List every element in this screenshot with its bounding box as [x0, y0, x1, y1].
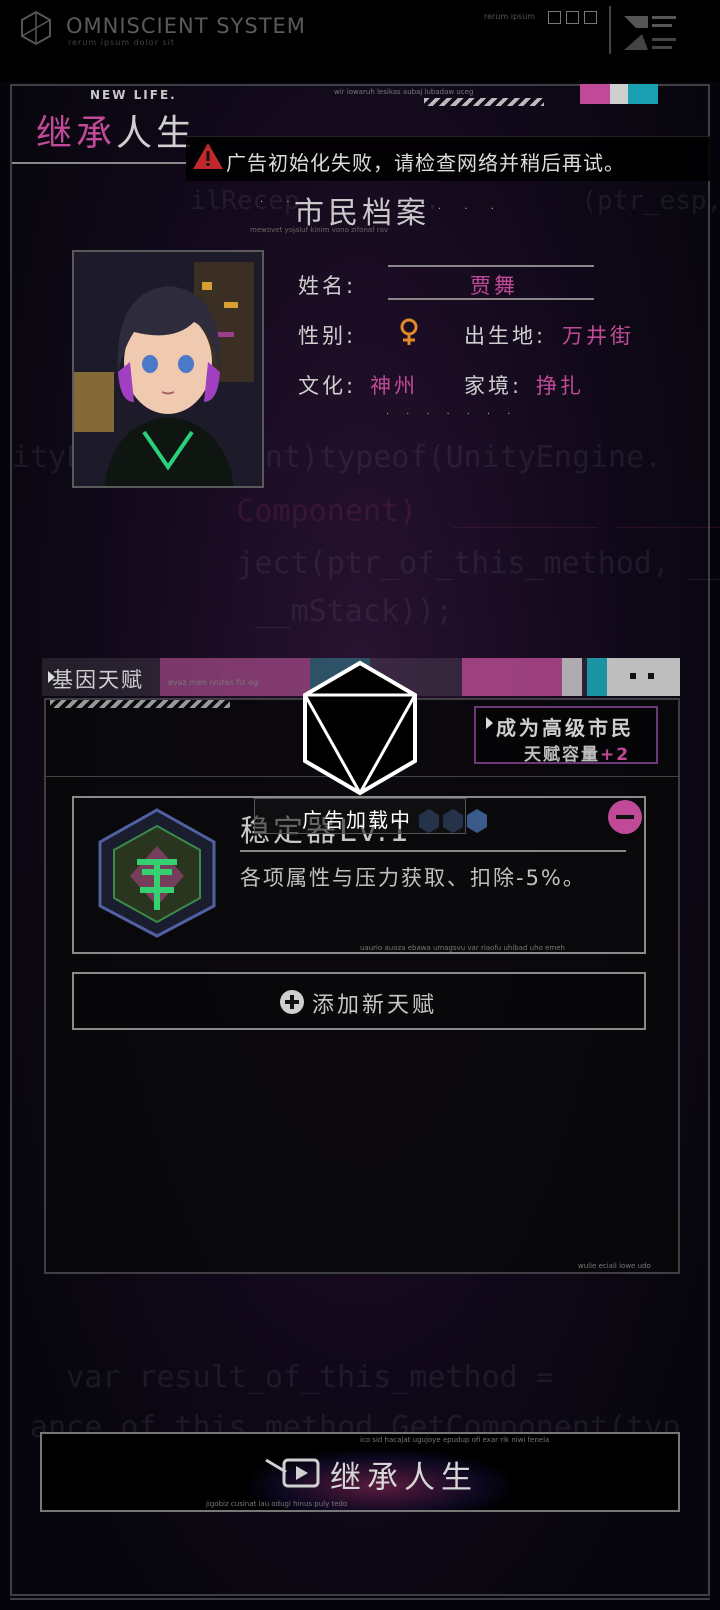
- video-ad-icon: [265, 1458, 320, 1488]
- ad-error-message: 广告初始化失败，请检查网络并稍后再试。: [226, 151, 625, 175]
- loading-hexagon-icon: [303, 660, 417, 796]
- system-logo-icon: [21, 10, 51, 46]
- header-stripe: [424, 98, 544, 106]
- panel-bottom-border: [10, 1598, 710, 1600]
- citizen-file-subtitle: mewovet yojaluf kinim vono zifonaf rav: [250, 226, 389, 234]
- birthplace-value: 万井街: [562, 324, 634, 348]
- gene-tiny-text: evaz men ivutas fiz eg: [168, 678, 259, 687]
- talent-capacity-bonus: +2: [600, 745, 631, 765]
- top-right-decoration: [609, 6, 676, 54]
- header-underline: [12, 162, 186, 164]
- inherit-tiny-text-top: ico sid hacajat ugujoye epudup ofi exar …: [360, 1436, 550, 1444]
- system-title: OMNISCIENT SYSTEM: [66, 14, 306, 38]
- name-line-bottom: [388, 298, 594, 300]
- culture-value: 神州: [370, 374, 418, 398]
- inherit-tiny-text-bottom: jigobiz cusinat iau odugi hinus puly ted…: [206, 1500, 348, 1508]
- talent-description: 各项属性与压力获取、扣除-5%。: [240, 866, 586, 890]
- gene-talent-title: 基因天赋: [52, 668, 144, 692]
- talent-divider: [240, 850, 626, 852]
- warning-icon: [193, 143, 223, 169]
- bg-code-line: Component) ________ ________: [110, 494, 720, 529]
- caret-right-icon: [486, 717, 493, 729]
- add-talent-label: 添加新天赋: [312, 993, 438, 1018]
- inherit-life-label: 继承人生: [330, 1460, 478, 1496]
- plus-circle-icon: [280, 990, 304, 1014]
- name-value: 贾舞: [470, 274, 518, 298]
- family-label: 家境:: [464, 374, 523, 398]
- gene-stripe: [50, 700, 230, 708]
- bg-code-line: __mStack));: [110, 594, 454, 629]
- birthplace-label: 出生地:: [464, 324, 547, 348]
- upgrade-button-label: 成为高级市民: [496, 716, 634, 740]
- talent-capacity-text: 天赋容量: [524, 745, 600, 765]
- character-avatar: [74, 252, 262, 486]
- loading-text: 广告加载中: [302, 808, 412, 832]
- title-dots-right: · · ·: [438, 204, 504, 215]
- title-part-1: 继承: [36, 113, 117, 154]
- gender-label: 性别:: [298, 324, 357, 348]
- top-squares: [548, 9, 602, 28]
- bg-code-line: var result_of_this_method =: [12, 1360, 554, 1395]
- system-subtitle: rerum ipsum dolor sit: [68, 38, 176, 47]
- talent-capacity-label: 天赋容量+2: [524, 740, 630, 765]
- talent-tiny-text: uaurio auoza ebawa umagsvu var riaofu uh…: [360, 944, 565, 952]
- top-tiny-text: rerum ipsum: [484, 12, 536, 21]
- header-color-blocks: [580, 84, 658, 104]
- remove-talent-button[interactable]: [608, 800, 642, 834]
- gene-tiny-text-bottom: wulie eciail iowe udo: [578, 1262, 651, 1270]
- stabilizer-talent-icon: [98, 808, 216, 938]
- name-label: 姓名:: [298, 274, 357, 298]
- family-value: 挣扎: [536, 374, 584, 398]
- new-life-label: NEW LIFE.: [90, 88, 177, 102]
- header-tiny-text: wir iowaruh lesikas aubaj lubadaw uceg: [334, 88, 474, 96]
- character-portrait: [72, 250, 264, 488]
- female-icon: [400, 318, 418, 345]
- culture-label: 文化:: [298, 374, 357, 398]
- title-part-2: 人生: [116, 113, 197, 154]
- bg-code-line: ject(ptr_of_this_method, __domain,: [236, 546, 720, 581]
- info-dots: ·······: [386, 409, 528, 420]
- page-title: 继承人生: [36, 104, 196, 156]
- name-line-top: [388, 265, 594, 267]
